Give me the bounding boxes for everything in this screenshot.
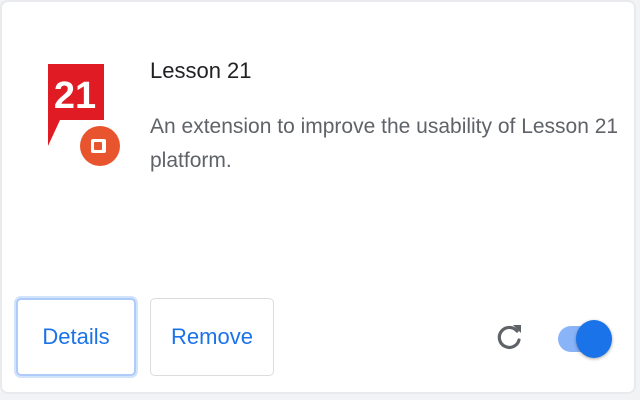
extension-logo-icon: 21 <box>44 60 126 180</box>
extension-card: 21 Lesson 21 An extension to improve the… <box>0 0 636 394</box>
extension-name: Lesson 21 <box>150 58 252 83</box>
extension-description: An extension to improve the usability of… <box>150 115 619 172</box>
toggle-knob <box>576 320 612 358</box>
logo-number: 21 <box>54 75 96 117</box>
details-button[interactable]: Details <box>16 298 136 376</box>
enable-toggle[interactable] <box>558 320 612 358</box>
reload-icon[interactable] <box>492 320 526 356</box>
remove-button[interactable]: Remove <box>150 298 274 376</box>
